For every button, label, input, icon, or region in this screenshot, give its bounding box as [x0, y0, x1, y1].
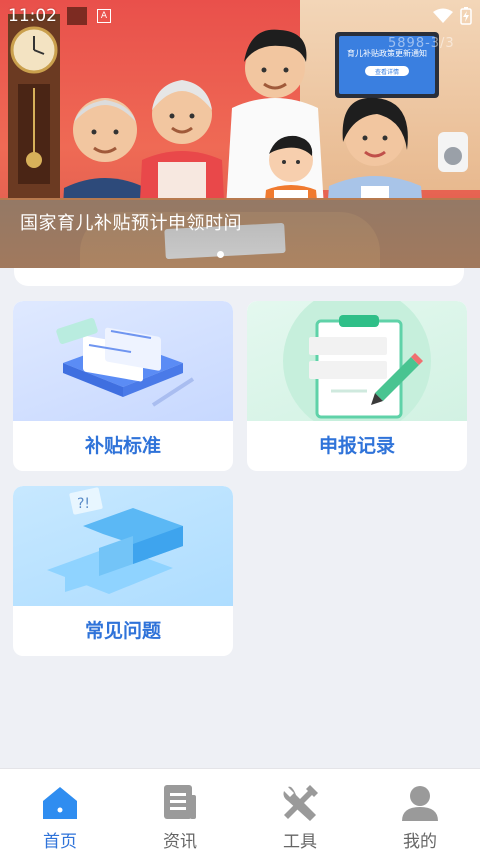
app-notification-icon [67, 7, 87, 25]
card-faq[interactable]: ?! 常见问题 [13, 486, 233, 656]
card-label: 申报记录 [318, 435, 395, 457]
nav-tab-home[interactable]: 首页 [0, 769, 120, 853]
status-bar: 11:02 A [0, 0, 480, 32]
svg-text:查看详情: 查看详情 [375, 68, 399, 76]
tools-icon [283, 785, 318, 821]
smart-speaker-illustration [438, 132, 468, 172]
wifi-icon [433, 8, 453, 23]
documents-stack-illustration [13, 301, 233, 421]
home-icon [43, 787, 77, 819]
profile-icon [402, 786, 438, 821]
nav-label: 我的 [403, 832, 437, 852]
clipboard-pencil-illustration [247, 301, 467, 421]
nav-tab-tools[interactable]: 工具 [240, 769, 360, 853]
a-letter-icon: A [97, 9, 111, 23]
nav-tab-profile[interactable]: 我的 [360, 769, 480, 853]
watermark-text: 5898-3/3 [388, 36, 455, 51]
card-application-records[interactable]: 申报记录 [247, 301, 467, 471]
banner-caption[interactable]: 国家育儿补贴预计申领时间 [20, 209, 242, 235]
status-time: 11:02 [8, 6, 57, 26]
battery-icon [460, 7, 472, 25]
nav-label: 首页 [43, 832, 77, 852]
banner-bottom-strip [14, 268, 464, 286]
svg-text:?!: ?! [77, 496, 90, 512]
carousel-indicator-dot [217, 251, 224, 258]
card-label: 常见问题 [84, 620, 161, 642]
nav-label: 工具 [283, 832, 317, 852]
card-label: 补贴标准 [84, 435, 161, 457]
nav-tab-news[interactable]: 资讯 [120, 769, 240, 853]
question-mark-illustration: ?! [13, 486, 233, 606]
bottom-navigation: 首页 资讯 工具 我的 [0, 768, 480, 853]
nav-label: 资讯 [163, 832, 197, 852]
card-subsidy-standard[interactable]: 补贴标准 [13, 301, 233, 471]
news-icon [164, 785, 196, 819]
